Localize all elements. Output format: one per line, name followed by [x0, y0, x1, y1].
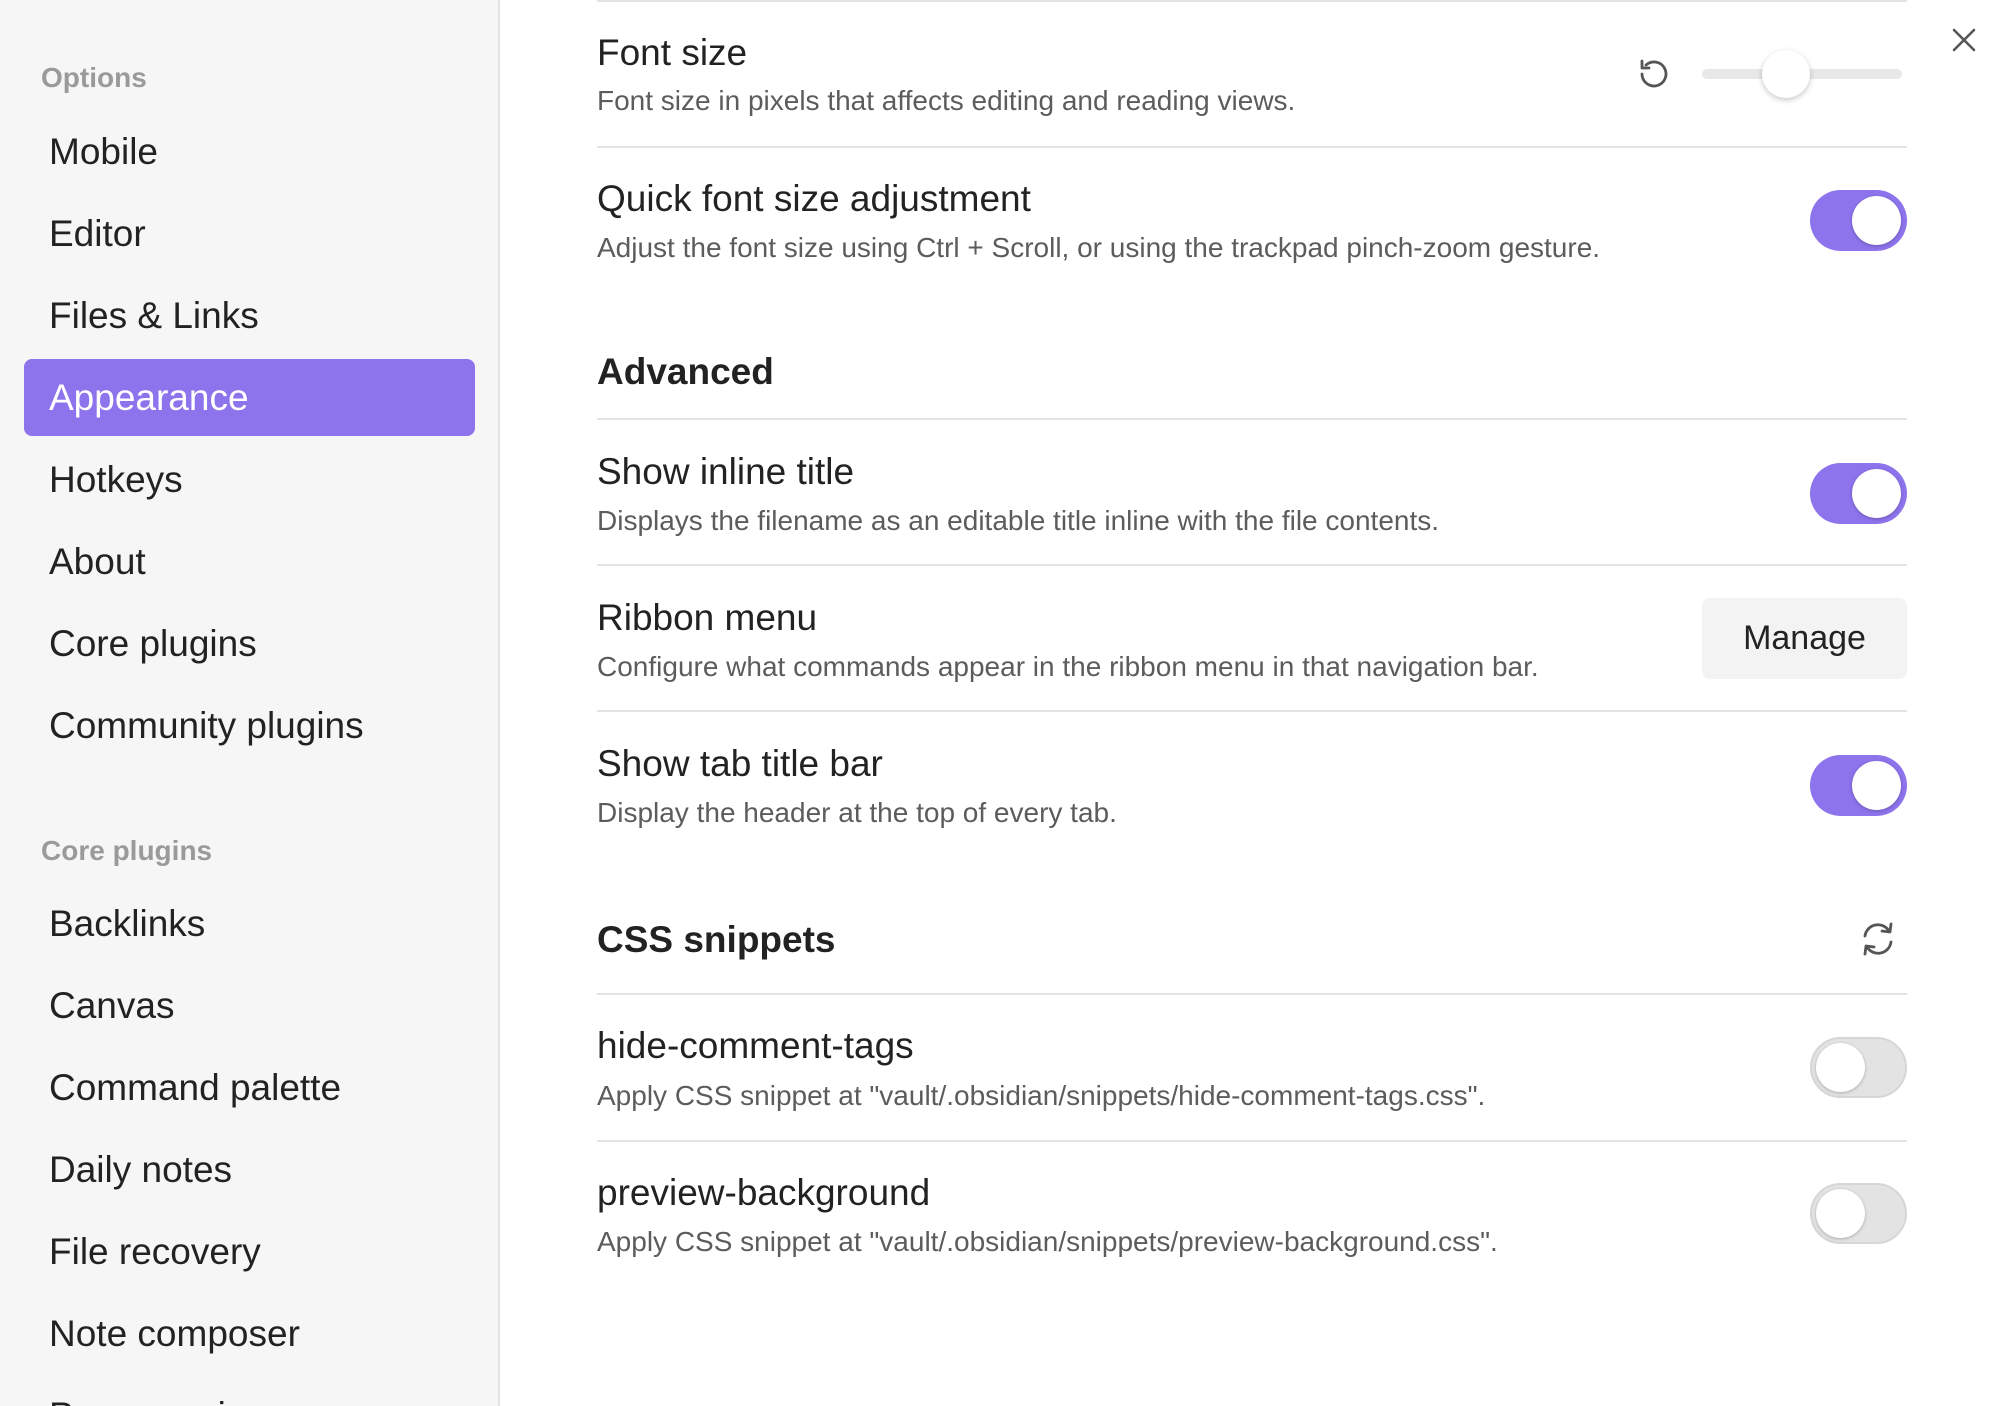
sidebar-item-page-preview[interactable]: Page preview [24, 1377, 475, 1406]
setting-desc-tab-title-bar: Display the header at the top of every t… [597, 797, 1117, 828]
setting-name-font-size: Font size [597, 32, 748, 73]
section-title-advanced: Advanced [597, 351, 774, 392]
sidebar-item-label: Hotkeys [49, 458, 183, 500]
sidebar-item-backlinks[interactable]: Backlinks [24, 885, 475, 962]
setting-name-ribbon-menu: Ribbon menu [597, 597, 818, 638]
sidebar-item-label: Files & Links [49, 294, 259, 336]
reset-font-size-button[interactable] [1630, 50, 1678, 98]
sidebar-item-label: Editor [49, 212, 146, 254]
divider [597, 993, 1907, 995]
toggle-knob [1852, 469, 1901, 518]
sidebar-item-daily-notes[interactable]: Daily notes [24, 1131, 475, 1208]
setting-name-tab-title-bar: Show tab title bar [597, 743, 883, 784]
sidebar-heading-core-plugins: Core plugins [41, 835, 213, 866]
reset-icon [1640, 59, 1668, 88]
close-button[interactable] [1936, 12, 1992, 68]
divider [597, 710, 1907, 712]
sidebar-item-about[interactable]: About [24, 523, 475, 600]
snippet-desc: Apply CSS snippet at "vault/.obsidian/sn… [597, 1080, 1486, 1111]
manage-ribbon-button[interactable]: Manage [1702, 598, 1907, 679]
snippet-toggle-hide-comment-tags[interactable] [1810, 1037, 1907, 1098]
sidebar-item-hotkeys[interactable]: Hotkeys [24, 441, 475, 518]
tab-title-bar-toggle[interactable] [1810, 755, 1907, 816]
sidebar-item-label: About [49, 540, 146, 582]
sidebar-item-editor[interactable]: Editor [24, 195, 475, 272]
setting-name-quick-font: Quick font size adjustment [597, 178, 1031, 219]
snippet-name: hide-comment-tags [597, 1025, 914, 1066]
snippet-toggle-preview-background[interactable] [1810, 1183, 1907, 1244]
toggle-knob [1852, 196, 1901, 245]
sidebar-heading-options: Options [41, 62, 147, 93]
sidebar-item-label: Mobile [49, 130, 158, 172]
divider [597, 564, 1907, 566]
setting-desc-font-size: Font size in pixels that affects editing… [597, 85, 1296, 116]
sidebar-item-file-recovery[interactable]: File recovery [24, 1213, 475, 1290]
setting-desc-ribbon-menu: Configure what commands appear in the ri… [597, 651, 1539, 682]
quick-font-toggle[interactable] [1810, 190, 1907, 251]
sidebar-item-core-plugins[interactable]: Core plugins [24, 605, 475, 682]
sidebar-item-label: Appearance [49, 376, 249, 418]
sidebar-item-label: Community plugins [49, 704, 364, 746]
settings-sidebar: Options Mobile Editor Files & Links Appe… [0, 0, 500, 1406]
snippet-desc: Apply CSS snippet at "vault/.obsidian/sn… [597, 1226, 1498, 1257]
font-size-slider[interactable] [1702, 50, 1902, 98]
sidebar-item-mobile[interactable]: Mobile [24, 113, 475, 190]
slider-thumb[interactable] [1762, 50, 1810, 98]
sidebar-item-label: Note composer [49, 1312, 300, 1354]
setting-name-inline-title: Show inline title [597, 451, 855, 492]
sidebar-item-label: Canvas [49, 984, 175, 1026]
settings-modal: Options Mobile Editor Files & Links Appe… [0, 0, 2000, 1406]
sidebar-item-label: Core plugins [49, 622, 257, 664]
setting-desc-quick-font: Adjust the font size using Ctrl + Scroll… [597, 232, 1601, 263]
setting-desc-inline-title: Displays the filename as an editable tit… [597, 505, 1440, 536]
sidebar-item-community-plugins[interactable]: Community plugins [24, 687, 475, 764]
snippet-name: preview-background [597, 1172, 931, 1213]
divider [597, 418, 1907, 420]
sidebar-item-canvas[interactable]: Canvas [24, 967, 475, 1044]
divider [597, 146, 1907, 148]
reload-icon [1863, 922, 1893, 956]
inline-title-toggle[interactable] [1810, 463, 1907, 524]
reload-snippets-button[interactable] [1854, 915, 1902, 963]
sidebar-item-files-links[interactable]: Files & Links [24, 277, 475, 354]
close-icon [1952, 28, 1976, 52]
sidebar-item-label: File recovery [49, 1230, 261, 1272]
divider [597, 0, 1907, 2]
toggle-knob [1852, 761, 1901, 810]
sidebar-item-command-palette[interactable]: Command palette [24, 1049, 475, 1126]
sidebar-item-label: Daily notes [49, 1148, 233, 1190]
sidebar-item-label: Backlinks [49, 902, 206, 944]
section-title-css-snippets: CSS snippets [597, 919, 836, 960]
toggle-knob [1816, 1043, 1865, 1092]
divider [597, 1140, 1907, 1142]
sidebar-item-appearance[interactable]: Appearance [24, 359, 475, 436]
sidebar-item-label: Page preview [49, 1395, 273, 1406]
sidebar-item-label: Command palette [49, 1066, 342, 1108]
sidebar-item-note-composer[interactable]: Note composer [24, 1295, 475, 1372]
toggle-knob [1816, 1189, 1865, 1238]
